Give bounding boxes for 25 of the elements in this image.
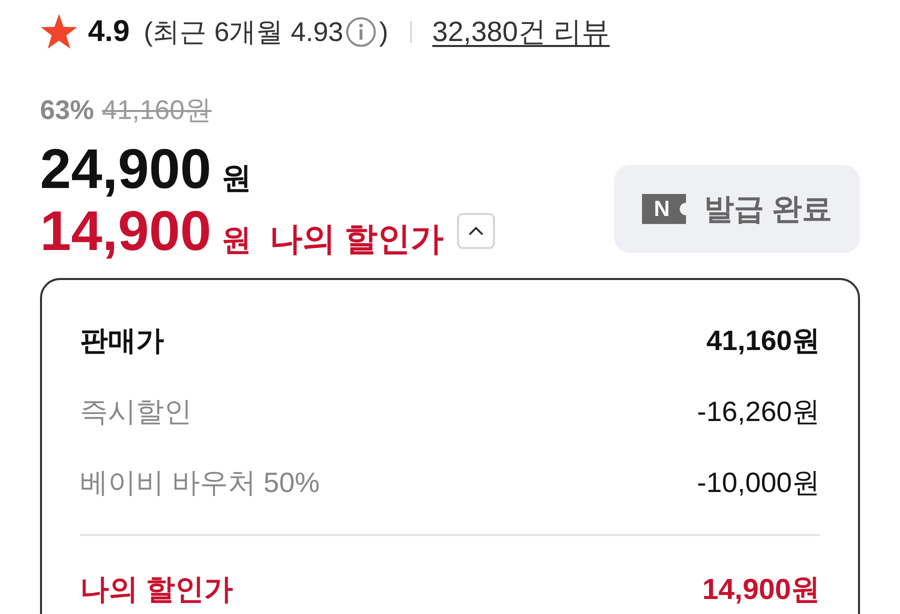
breakdown-label: 판매가 [80, 324, 164, 358]
my-price-label: 나의 할인가 [269, 219, 444, 259]
coupon-button[interactable]: N 발급 완료 [614, 165, 860, 253]
breakdown-label: 즉시할인 [80, 394, 192, 428]
recent-rating-text: (최근 6개월 4.93 [144, 16, 344, 49]
sale-price-unit: 원 [221, 161, 252, 197]
breakdown-value: 14,900원 [702, 572, 820, 608]
discount-rate: 63% [40, 94, 94, 126]
my-price: 14,900 [40, 200, 212, 262]
sale-price: 24,900 [40, 138, 212, 200]
caret-icon [468, 226, 484, 236]
original-price: 41,160원 [102, 94, 212, 127]
expand-toggle[interactable] [457, 213, 496, 249]
recent-rating-paren: ) [379, 16, 388, 48]
my-price-unit: 원 [221, 223, 252, 259]
breakdown-value: -10,000원 [697, 466, 820, 500]
coupon-ticket-icon: N [642, 194, 686, 224]
reviews-link[interactable]: 32,380건 리뷰 [432, 13, 610, 51]
breakdown-value: 41,160원 [706, 324, 820, 358]
star-icon [40, 14, 78, 50]
info-icon[interactable] [346, 17, 376, 47]
breakdown-label: 나의 할인가 [80, 572, 234, 608]
breakdown-value: -16,260원 [697, 394, 820, 428]
rating-score: 4.9 [88, 15, 130, 49]
breakdown-label: 베이비 바우처 50% [80, 466, 320, 500]
